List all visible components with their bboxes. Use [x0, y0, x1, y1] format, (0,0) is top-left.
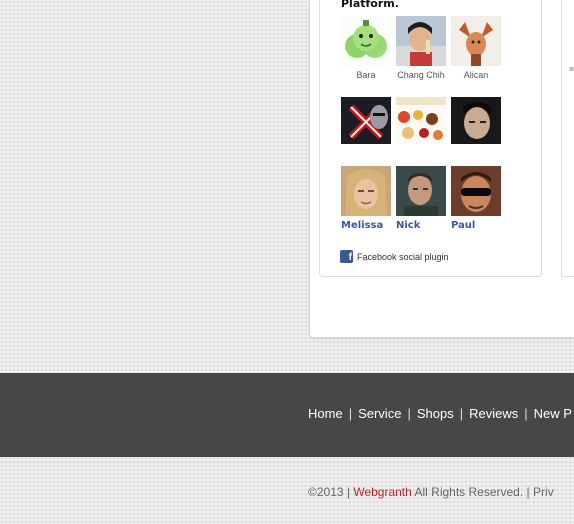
- dark-portrait-avatar[interactable]: [451, 97, 501, 147]
- facebook-like-box: Platform. Bara Chang Chih Alican Melissa…: [319, 0, 542, 277]
- footer-bar: Home | Service | Shops | Reviews | New P: [0, 373, 574, 457]
- food-collage-avatar[interactable]: [396, 97, 446, 147]
- fan-item[interactable]: Chang Chih: [396, 16, 446, 80]
- fan-name-link[interactable]: Melissa: [341, 220, 391, 231]
- separator: |: [459, 406, 464, 421]
- footer-link-reviews[interactable]: Reviews: [469, 406, 518, 421]
- facebook-icon: f: [340, 250, 353, 263]
- footer-link-new[interactable]: New P: [534, 406, 572, 421]
- separator: |: [524, 406, 528, 421]
- brand-link[interactable]: Webgranth: [353, 485, 411, 499]
- fan-name: Bara: [356, 70, 376, 80]
- fan-name-link[interactable]: Nick: [396, 220, 446, 231]
- footer-nav: Home | Service | Shops | Reviews | New P: [308, 406, 572, 421]
- blonde-woman-avatar[interactable]: [341, 166, 391, 216]
- green-cartoon-avatar[interactable]: [341, 16, 391, 66]
- like-box-heading: Platform.: [341, 0, 399, 10]
- fan-item[interactable]: [451, 97, 501, 151]
- sunglasses-man-avatar[interactable]: [451, 166, 501, 216]
- fan-item[interactable]: [341, 97, 391, 151]
- cartoon-character-avatar[interactable]: [451, 16, 501, 66]
- fan-item[interactable]: Paul: [451, 166, 501, 231]
- fan-item[interactable]: Alican: [451, 16, 501, 80]
- plugin-label: Facebook social plugin: [357, 251, 449, 262]
- fan-item[interactable]: [396, 97, 446, 151]
- facebook-social-plugin-link[interactable]: f Facebook social plugin: [340, 250, 449, 263]
- cross-logo-avatar[interactable]: [341, 97, 391, 147]
- man-portrait-avatar[interactable]: [396, 166, 446, 216]
- footer-link-home[interactable]: Home: [308, 406, 343, 421]
- fan-item[interactable]: Bara: [341, 16, 391, 80]
- person-photo-avatar[interactable]: [396, 16, 446, 66]
- copyright-prefix: ©2013 |: [308, 485, 354, 499]
- side-panel: ▪: [561, 0, 574, 277]
- separator: |: [407, 406, 411, 421]
- footer-link-service[interactable]: Service: [358, 406, 401, 421]
- separator: |: [348, 406, 353, 421]
- fan-item[interactable]: Melissa: [341, 166, 391, 231]
- copyright-text: ©2013 | Webgranth All Rights Reserved. |…: [308, 485, 554, 499]
- fan-name: Alican: [463, 70, 489, 80]
- fan-name: Chang Chih: [397, 70, 445, 80]
- panel-marker: ▪: [569, 64, 574, 73]
- fan-name-link[interactable]: Paul: [451, 220, 501, 231]
- fan-item[interactable]: Nick: [396, 166, 446, 231]
- footer-link-shops[interactable]: Shops: [417, 406, 454, 421]
- copyright-suffix: All Rights Reserved. | Priv: [411, 485, 554, 499]
